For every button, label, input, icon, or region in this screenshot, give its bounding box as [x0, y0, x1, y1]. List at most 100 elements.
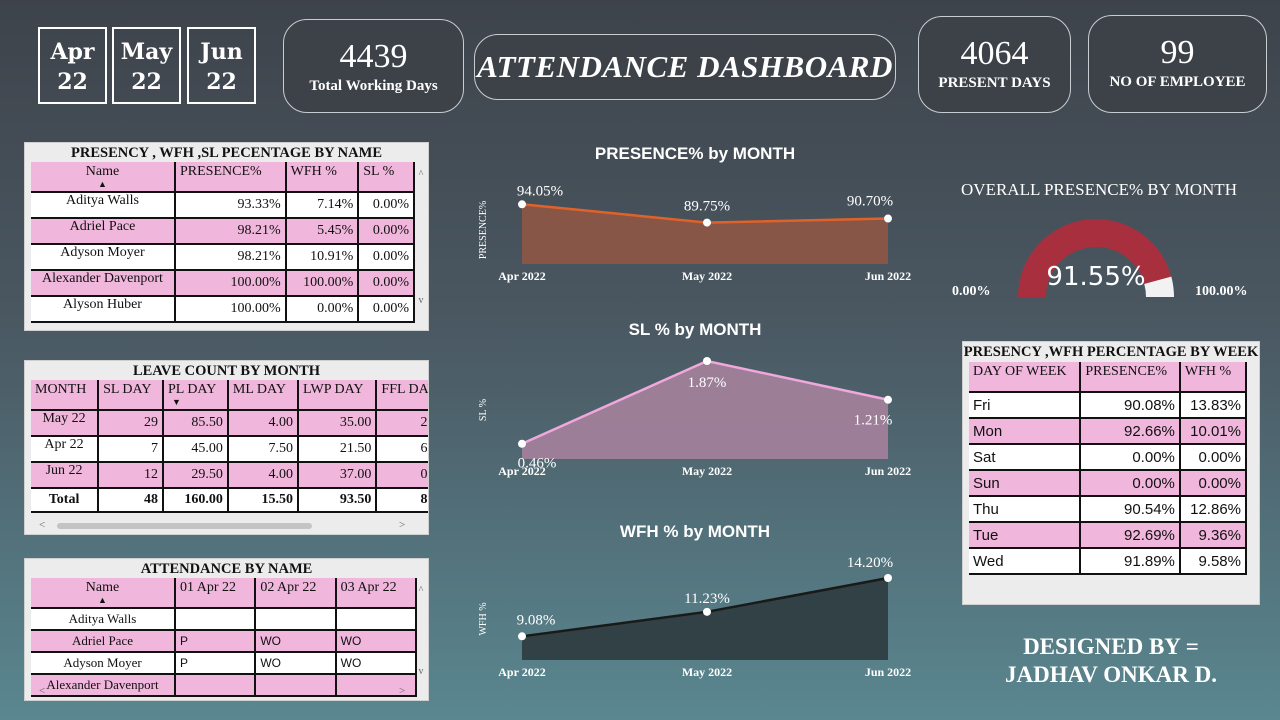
attendance-by-name-panel: ATTENDANCE BY NAME Name ▲ 01 Apr 22 02 Ap… — [24, 558, 429, 701]
col-header-lwp-day[interactable]: LWP DAY — [297, 380, 378, 411]
col-header-name[interactable]: Name ▲ — [31, 162, 176, 193]
y-axis-label: WFH % — [478, 602, 489, 635]
scroll-left-icon[interactable]: < — [39, 685, 45, 697]
x-tick-label: May 2022 — [682, 464, 732, 478]
month-slicer-label: May — [120, 39, 173, 65]
col-header-sl-day[interactable]: SL DAY — [98, 380, 164, 411]
month-slicer-jun[interactable]: Jun 22 — [187, 27, 256, 104]
scroll-right-icon[interactable]: > — [399, 519, 405, 531]
data-label: 9.08% — [517, 612, 556, 628]
presency-table: Name ▲ PRESENCE% WFH % SL % Aditya Walls 9… — [31, 162, 415, 323]
kpi-label: Total Working Days — [309, 78, 438, 94]
table-row[interactable]: Mon 92.66% 10.01% — [969, 418, 1248, 445]
table-row[interactable]: Jun 221229.504.0037.000.00 — [31, 462, 428, 489]
data-point — [884, 214, 892, 223]
designer-line: DESIGNED BY = — [1023, 634, 1199, 659]
gauge-title: OVERALL PRESENCE% BY MONTH — [961, 180, 1237, 199]
table-row[interactable]: Aditya Walls 93.33% 7.14% 0.00% — [31, 192, 415, 219]
col-header-wfh[interactable]: WFH % — [1179, 362, 1248, 393]
chart-title: PRESENCE% by MONTH — [594, 144, 796, 163]
sl-month-chart: 0.46%1.87%1.21%Apr 2022 May 2022 Jun 2022S… — [478, 357, 911, 478]
month-slicer-apr[interactable]: Apr 22 — [38, 27, 107, 104]
table-row[interactable]: Tue 92.69% 9.36% — [969, 522, 1248, 549]
dashboard-title: ATTENDANCE DASHBOARD — [474, 34, 896, 100]
col-header-sl[interactable]: SL % — [358, 162, 415, 193]
scroll-up-icon[interactable]: ^ — [416, 169, 426, 180]
data-point — [518, 200, 526, 209]
col-header-date[interactable]: 01 Apr 22 — [175, 578, 257, 609]
week-table: DAY OF WEEK PRESENCE% WFH % Fri 90.08% 13.… — [969, 362, 1248, 575]
table-row[interactable]: Apr 22745.007.5021.506.00 — [31, 436, 428, 463]
table-row[interactable]: Alyson Huber 100.00% 0.00% 0.00% — [31, 296, 415, 323]
table-row[interactable]: Fri 90.08% 13.83% — [969, 392, 1248, 419]
x-tick-label: May 2022 — [682, 665, 732, 679]
gauge-value: 91.55% — [1046, 262, 1146, 292]
col-header-presence[interactable]: PRESENCE% — [175, 162, 287, 193]
presence-month-chart: 94.05% 89.75% 90.70% Apr 2022 May 2022 Jun 20… — [478, 183, 911, 283]
month-slicer-year: 22 — [206, 69, 237, 95]
data-point — [884, 574, 892, 582]
horizontal-scrollbar[interactable] — [57, 523, 312, 529]
table-row[interactable]: Sun 0.00% 0.00% — [969, 470, 1248, 497]
data-label: 14.20% — [847, 555, 893, 571]
kpi-working-days: 4439 Total Working Days — [283, 19, 464, 113]
col-header-ml-day[interactable]: ML DAY — [227, 380, 299, 411]
wfh-month-chart: 9.08% 11.23% 14.20% Apr 2022 May 2022 Jun 202… — [478, 555, 911, 679]
table-row[interactable]: Adyson Moyer P WO WO — [31, 652, 418, 675]
data-point — [518, 632, 526, 641]
table-total-row: Total48160.0015.5093.508.00 — [31, 488, 428, 513]
table-row[interactable]: May 222985.504.0035.002.00 — [31, 410, 428, 437]
table-row[interactable]: Aditya Walls — [31, 608, 418, 631]
col-header-month[interactable]: MONTH — [31, 380, 100, 411]
table-row[interactable]: Wed 91.89% 9.58% — [969, 548, 1248, 575]
table-row[interactable]: Alexander Davenport — [31, 674, 418, 697]
month-slicer-may[interactable]: May 22 — [112, 27, 181, 104]
presency-by-week-panel: PRESENCY ,WFH PERCENTAGE BY WEEK DAY OF … — [962, 341, 1260, 605]
panel-title: LEAVE COUNT BY MONTH — [132, 363, 321, 379]
scroll-right-icon[interactable]: > — [399, 685, 405, 697]
scroll-down-icon[interactable]: v — [416, 295, 426, 306]
table-row[interactable]: Sat 0.00% 0.00% — [969, 444, 1248, 471]
col-header-name[interactable]: Name ▲ — [31, 578, 176, 609]
chart-title: SL % by MONTH — [628, 320, 762, 339]
y-axis-label: SL % — [478, 399, 489, 421]
scroll-left-icon[interactable]: < — [39, 519, 45, 531]
sort-asc-icon: ▲ — [98, 595, 107, 605]
x-tick-label: Jun 2022 — [865, 665, 911, 679]
scroll-up-icon[interactable]: ^ — [416, 585, 426, 596]
panel-title: PRESENCY ,WFH PERCENTAGE BY WEEK — [963, 344, 1259, 360]
col-header-date[interactable]: 02 Apr 22 — [255, 578, 337, 609]
x-tick-label: Apr 2022 — [498, 464, 545, 478]
designer-credit: DESIGNED BY = JADHAV ONKAR D. — [962, 633, 1260, 689]
data-label: 90.70% — [847, 194, 893, 210]
kpi-employees: 99 NO OF EMPLOYEE — [1088, 15, 1267, 113]
data-point — [703, 357, 711, 365]
col-header-ffl-day[interactable]: FFL DAY — [376, 380, 428, 411]
col-header-pl-day[interactable]: PL DAY ▼ — [163, 380, 229, 411]
presency-by-name-panel: PRESENCY , WFH ,SL PECENTAGE BY NAME Nam… — [24, 142, 429, 331]
month-slicer-label: Jun — [200, 39, 243, 65]
col-header-wfh[interactable]: WFH % — [285, 162, 360, 193]
x-tick-label: Jun 2022 — [865, 464, 911, 478]
col-header-day[interactable]: DAY OF WEEK — [969, 362, 1082, 393]
col-header-presence[interactable]: PRESENCE% — [1080, 362, 1181, 393]
table-row[interactable]: Adyson Moyer 98.21% 10.91% 0.00% — [31, 244, 415, 271]
gauge-max-label: 100.00% — [1195, 284, 1248, 299]
data-label: 1.87% — [688, 375, 727, 391]
table-row[interactable]: Adriel Pace P WO WO — [31, 630, 418, 653]
table-row[interactable]: Alexander Davenport 100.00% 100.00% 0.00% — [31, 270, 415, 297]
col-header-date[interactable]: 03 Apr 22 — [335, 578, 418, 609]
panel-title: PRESENCY , WFH ,SL PECENTAGE BY NAME — [71, 145, 382, 161]
table-row[interactable]: Adriel Pace 98.21% 5.45% 0.00% — [31, 218, 415, 245]
x-tick-label: Apr 2022 — [498, 665, 545, 679]
data-point — [884, 395, 892, 404]
data-label: 1.21% — [854, 413, 893, 429]
kpi-value: 4439 — [339, 38, 408, 75]
table-row[interactable]: Thu 90.54% 12.86% — [969, 496, 1248, 523]
x-tick-label: Apr 2022 — [498, 269, 545, 283]
sort-desc-icon: ▼ — [172, 397, 181, 407]
month-slicer-year: 22 — [57, 69, 88, 95]
scroll-down-icon[interactable]: v — [416, 666, 426, 677]
kpi-label: NO OF EMPLOYEE — [1109, 74, 1246, 90]
x-tick-label: May 2022 — [682, 269, 732, 283]
